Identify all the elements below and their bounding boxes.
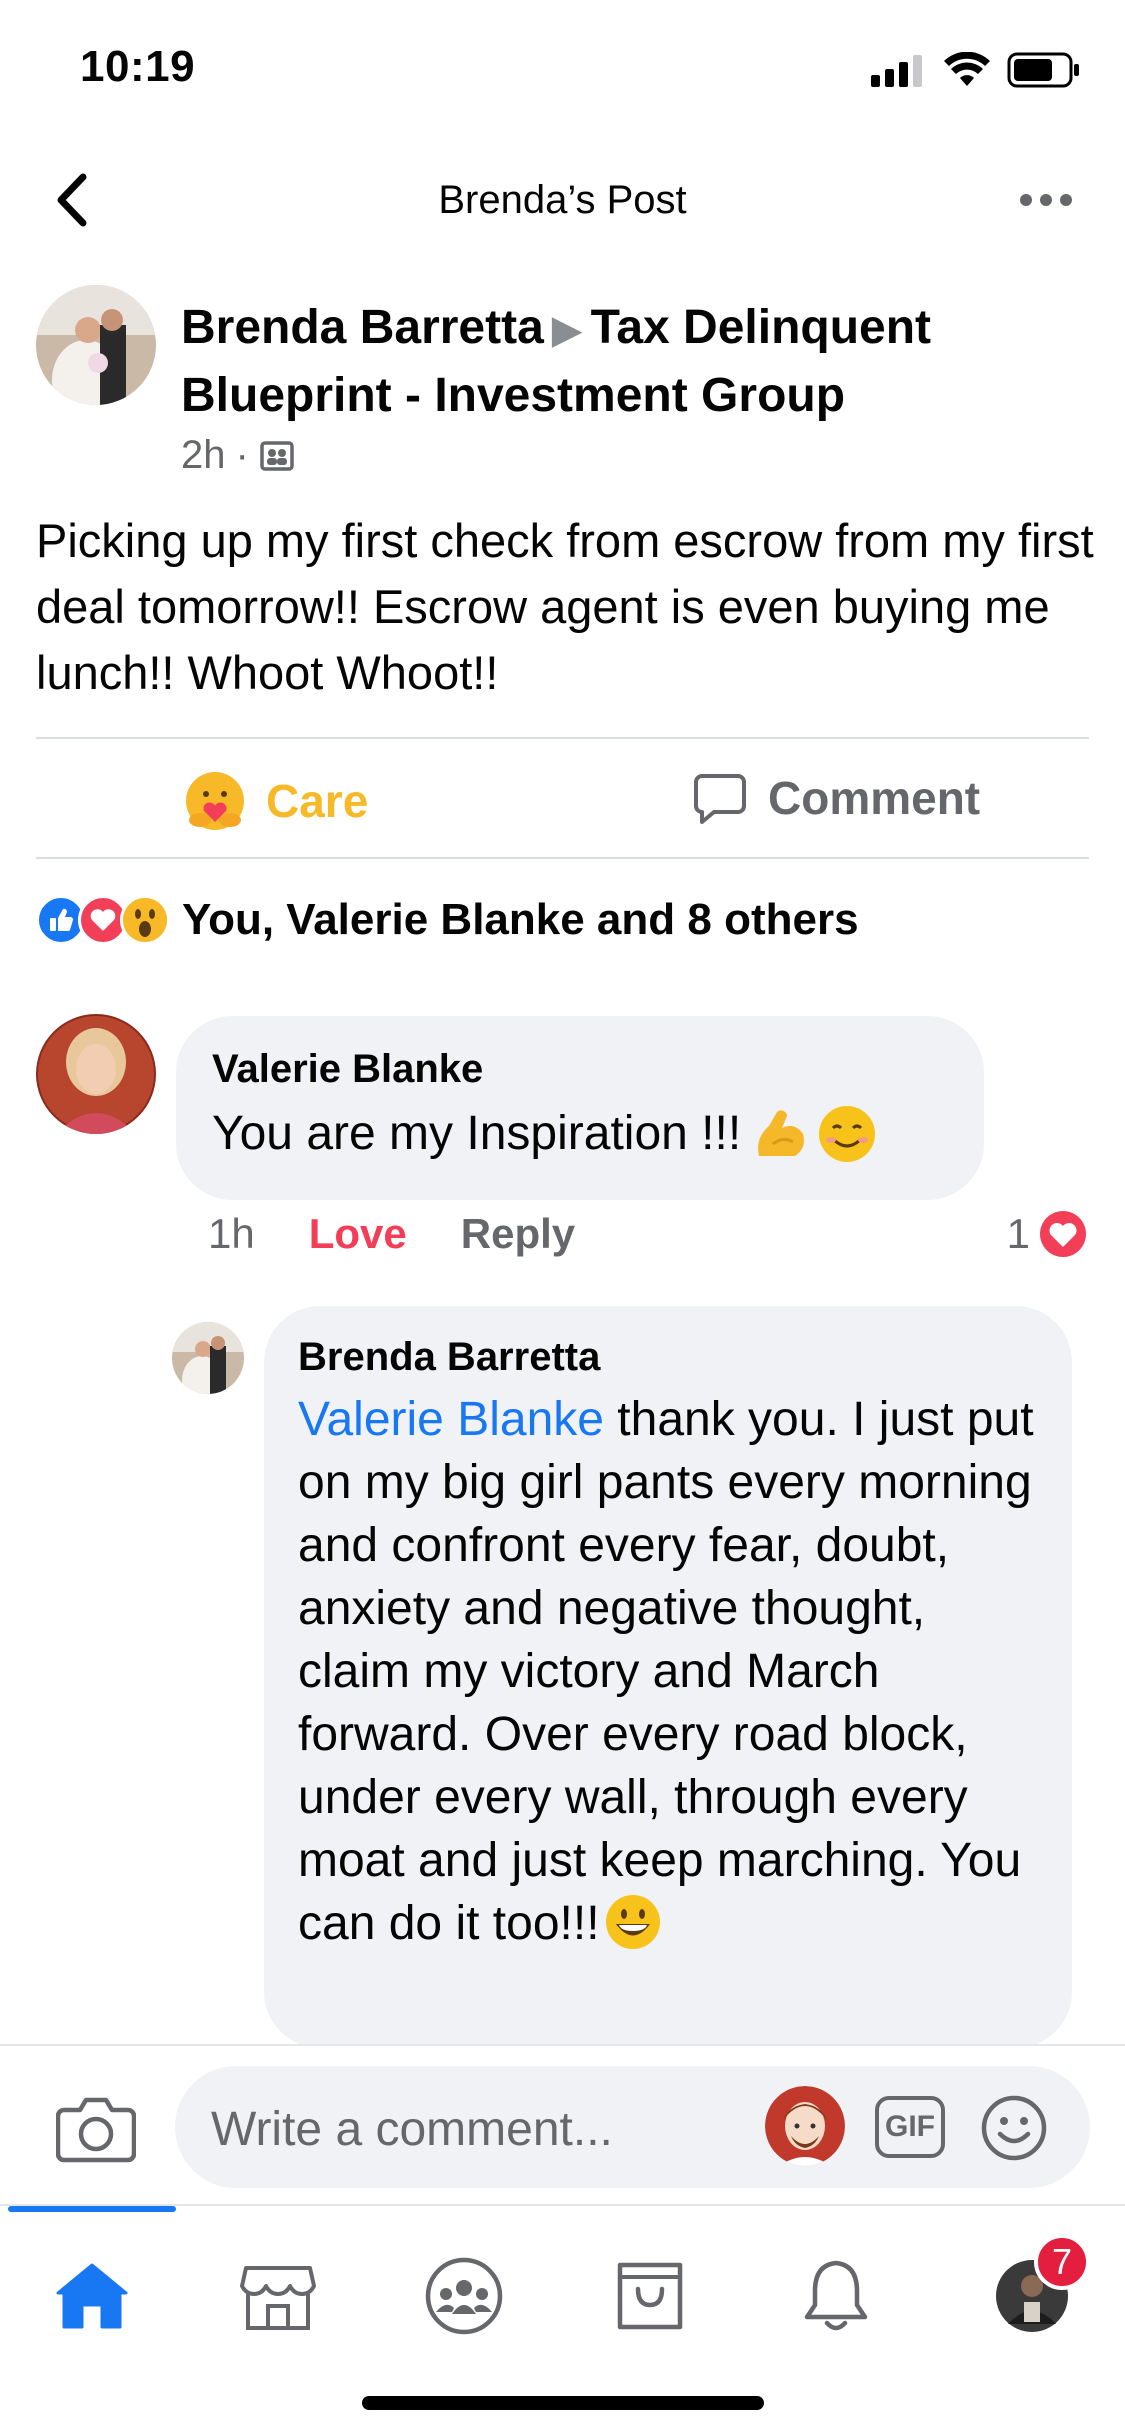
post-meta: 2h · [181, 433, 295, 478]
group-icon [260, 440, 294, 471]
comment-text-line: You are my Inspiration !!! [212, 1094, 948, 1174]
comment-input[interactable]: Write a comment... GIF [175, 2066, 1090, 2188]
reactions-text: You, Valerie Blanke and 8 others [182, 895, 859, 944]
comment-reaction-count[interactable]: 1 [1007, 1209, 1088, 1259]
groups-icon [425, 2257, 503, 2335]
commenter-avatar[interactable] [36, 1014, 156, 1134]
tab-notifications[interactable] [786, 2246, 886, 2346]
camera-button[interactable] [55, 2094, 137, 2164]
camera-icon [55, 2097, 137, 2163]
meta-separator: · [235, 433, 249, 477]
comment-text: You are my Inspiration !!! [212, 1107, 742, 1160]
nav-header: Brenda’s Post [0, 150, 1125, 250]
author-avatar[interactable] [36, 285, 156, 405]
care-reaction-icon [186, 772, 244, 830]
avatar-sticker-icon [765, 2086, 845, 2166]
comment-bubble[interactable]: Valerie Blanke You are my Inspiration !!… [176, 1016, 984, 1200]
triangle-right-icon: ▶ [551, 308, 583, 352]
post-author-line: Brenda Barretta ▶ Tax Delinquent Blueprint… [181, 295, 1081, 429]
smiley-icon [981, 2095, 1047, 2161]
smiling-face-emoji [819, 1106, 876, 1162]
reply-button[interactable]: Reply [461, 1210, 575, 1258]
more-icon [1020, 194, 1072, 206]
comment-time[interactable]: 1h [208, 1210, 255, 1258]
mention-link[interactable]: Valerie Blanke [298, 1393, 604, 1446]
wow-icon [120, 895, 170, 945]
reply-text-block: Valerie Blanke thank you. I just put on … [298, 1388, 1038, 1955]
care-label: Care [266, 775, 369, 827]
tab-groups[interactable] [414, 2246, 514, 2346]
status-bar: 10:19 [0, 0, 1125, 140]
comment-composer: Write a comment... GIF [0, 2044, 1125, 2204]
tab-marketplace[interactable] [228, 2246, 328, 2346]
grinning-face-emoji [605, 1895, 660, 1949]
signal-icon [871, 53, 927, 92]
status-time: 10:19 [80, 42, 196, 91]
reaction-icons [36, 895, 170, 945]
notification-badge: 7 [1034, 2234, 1090, 2290]
wifi-icon [943, 51, 991, 93]
love-reaction-button[interactable]: Love [309, 1210, 407, 1258]
reply-bubble[interactable]: Brenda Barretta Valerie Blanke thank you… [264, 1306, 1072, 2048]
bell-icon [804, 2260, 868, 2331]
love-icon [1040, 1211, 1086, 1257]
tab-shop[interactable] [600, 2246, 700, 2346]
home-indicator [362, 2396, 764, 2410]
more-button[interactable] [1011, 176, 1081, 224]
reply-text: thank you. I just put on my big girl pan… [298, 1393, 1034, 1950]
battery-icon [1007, 52, 1081, 93]
comment-author[interactable]: Valerie Blanke [212, 1044, 948, 1094]
status-icons [871, 51, 1081, 93]
gif-button[interactable]: GIF [875, 2096, 945, 2158]
comment-button[interactable]: Comment [692, 770, 980, 826]
post-text: Picking up my first check from escrow fr… [36, 514, 1094, 699]
reactions-summary[interactable]: You, Valerie Blanke and 8 others [36, 895, 859, 945]
tab-profile-menu[interactable]: 7 [982, 2234, 1090, 2346]
post-action-bar: Care Comment [36, 740, 1089, 860]
comment-input-placeholder: Write a comment... [211, 2103, 613, 2156]
comment-label: Comment [768, 772, 981, 824]
emoji-button[interactable] [980, 2094, 1048, 2162]
divider [36, 857, 1089, 859]
avatar-sticker-button[interactable] [765, 2086, 845, 2166]
comment-actions: 1h Love Reply 1 [208, 1210, 1088, 1258]
reaction-count: 1 [1006, 1210, 1030, 1257]
tab-home[interactable] [42, 2246, 142, 2346]
page-title: Brenda’s Post [438, 178, 687, 222]
post-time[interactable]: 2h [181, 433, 226, 478]
reply-author[interactable]: Brenda Barretta [298, 1332, 1038, 1382]
active-tab-indicator [8, 2206, 176, 2212]
home-icon [56, 2263, 128, 2329]
shop-icon [617, 2262, 683, 2330]
marketplace-icon [240, 2266, 316, 2330]
comment-icon [694, 774, 746, 824]
care-button[interactable]: Care [184, 770, 368, 832]
flexed-biceps-emoji [758, 1110, 805, 1156]
post-author-name[interactable]: Brenda Barretta [181, 301, 544, 354]
divider [36, 737, 1089, 739]
reply-author-avatar[interactable] [172, 1322, 244, 1394]
